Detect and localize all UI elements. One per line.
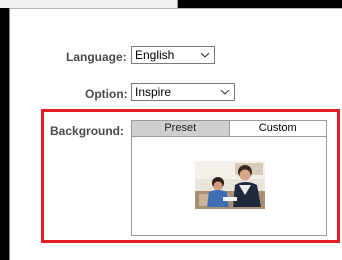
background-preview-image[interactable]: [195, 161, 265, 209]
window-tab-sliver: [0, 0, 178, 8]
background-label: Background:: [50, 124, 125, 138]
window-top-strip: [0, 0, 342, 8]
option-value: Inspire: [135, 85, 172, 99]
tab-preset[interactable]: Preset: [132, 121, 229, 137]
language-value: English: [135, 48, 175, 62]
tab-custom[interactable]: Custom: [228, 121, 326, 137]
language-select[interactable]: English: [131, 46, 215, 64]
background-picker: Preset Custom: [131, 120, 327, 236]
option-select[interactable]: Inspire: [131, 83, 235, 101]
background-tabs: Preset Custom: [132, 121, 326, 137]
chevron-down-icon: [200, 52, 210, 58]
language-label: Language:: [66, 50, 127, 64]
chevron-down-icon: [220, 89, 230, 95]
option-label: Option:: [85, 87, 128, 101]
